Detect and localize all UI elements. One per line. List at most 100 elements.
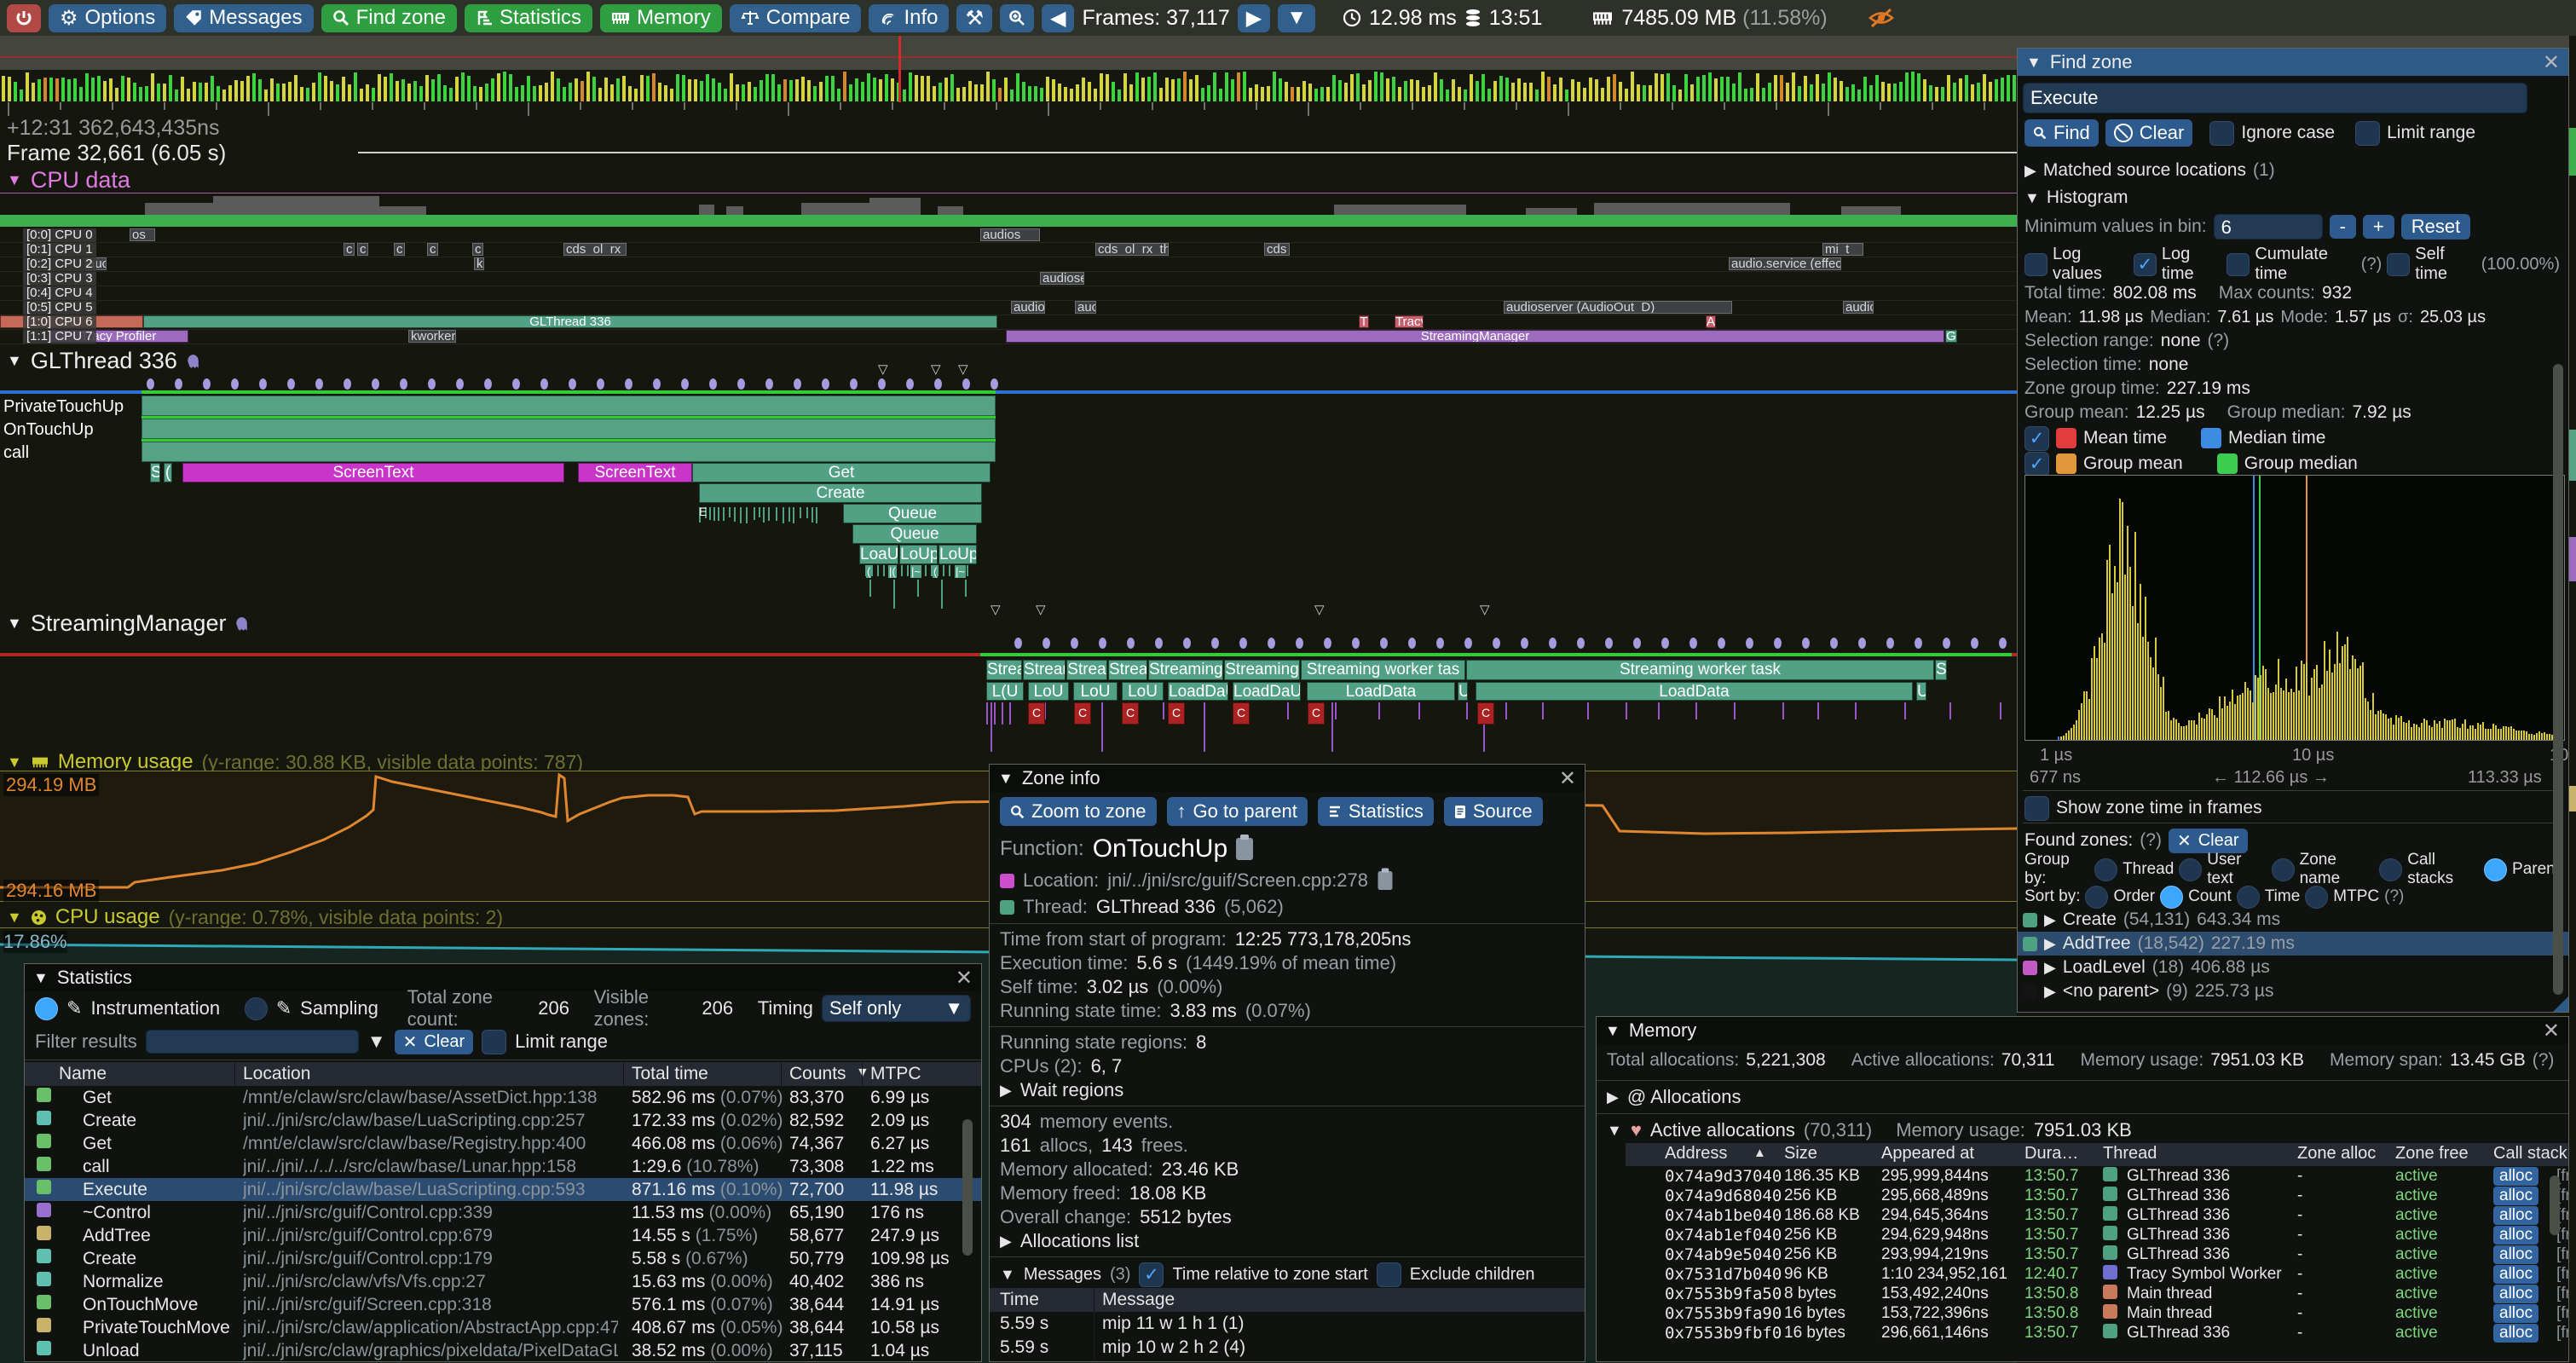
frame-bar[interactable] bbox=[771, 74, 775, 101]
histogram-bar[interactable] bbox=[2265, 669, 2267, 740]
frame-bar[interactable] bbox=[843, 72, 846, 101]
frame-bar[interactable] bbox=[246, 76, 250, 101]
histogram-bar[interactable] bbox=[2081, 703, 2082, 740]
timeline-zone[interactable]: ScreenText bbox=[578, 463, 692, 482]
histogram-bar[interactable] bbox=[2472, 725, 2474, 740]
histogram-bar[interactable] bbox=[2352, 656, 2354, 740]
frame-bar[interactable] bbox=[1505, 78, 1509, 101]
frame-bar[interactable] bbox=[1726, 77, 1730, 101]
options-button[interactable]: ⚙Options bbox=[49, 4, 166, 32]
frame-bar[interactable] bbox=[1619, 82, 1622, 101]
histogram-bar[interactable] bbox=[2198, 713, 2200, 740]
copy-clipboard-icon[interactable] bbox=[1236, 838, 1253, 860]
message-row[interactable]: 5.59 s mip 9 w 4 h 4 (16) bbox=[990, 1360, 1585, 1362]
histogram-bar[interactable] bbox=[2521, 731, 2522, 740]
frame-bar[interactable] bbox=[1195, 75, 1198, 101]
alloc-callstack-button[interactable]: alloc bbox=[2493, 1187, 2538, 1205]
source-button[interactable]: Source bbox=[1444, 797, 1543, 826]
frame-bar[interactable] bbox=[1476, 81, 1479, 101]
frame-bar[interactable] bbox=[1541, 72, 1545, 101]
frame-bar[interactable] bbox=[1840, 81, 1843, 101]
histogram-bar[interactable] bbox=[2216, 718, 2218, 740]
statistics-row[interactable]: Get /mnt/e/claw/src/claw/base/Registry.h… bbox=[25, 1132, 981, 1155]
frame-bar[interactable] bbox=[139, 87, 142, 101]
histogram-bar[interactable] bbox=[2193, 720, 2195, 740]
frame-bar[interactable] bbox=[1714, 78, 1718, 101]
frame-bar[interactable] bbox=[640, 75, 644, 101]
frame-bar[interactable] bbox=[461, 72, 465, 101]
frame-bar[interactable] bbox=[205, 83, 208, 101]
histogram-bar[interactable] bbox=[2178, 723, 2180, 740]
frame-bar[interactable] bbox=[1655, 73, 1658, 101]
frame-bar[interactable] bbox=[1780, 75, 1783, 101]
frame-bar[interactable] bbox=[169, 75, 172, 101]
frame-bar[interactable] bbox=[97, 76, 101, 101]
help-icon[interactable]: (?) bbox=[2533, 1050, 2555, 1071]
frame-bar[interactable] bbox=[1875, 75, 1879, 101]
frame-bar[interactable] bbox=[533, 86, 536, 101]
frame-bar[interactable] bbox=[1845, 87, 1849, 101]
frame-bar[interactable] bbox=[437, 74, 441, 101]
frame-bar[interactable] bbox=[1744, 89, 1747, 101]
frame-bar[interactable] bbox=[318, 72, 321, 101]
histogram-bar[interactable] bbox=[2339, 663, 2341, 740]
cpu-track[interactable]: ccccccds_ol_rx_thrcds_ol_rx_threacdsmi_t… bbox=[0, 243, 2017, 257]
frame-bar[interactable] bbox=[1285, 82, 1288, 101]
memory-scrollbar[interactable] bbox=[2550, 1175, 2560, 1235]
funnel-icon[interactable]: ▼ bbox=[367, 1031, 386, 1053]
histogram-bar[interactable] bbox=[2306, 662, 2307, 740]
help-icon[interactable]: (?) bbox=[2384, 887, 2404, 906]
frame-bar[interactable] bbox=[175, 90, 178, 101]
histogram-bar[interactable] bbox=[2518, 731, 2520, 740]
instrumentation-radio[interactable] bbox=[35, 997, 58, 1020]
frame-bar[interactable] bbox=[109, 78, 113, 101]
frame-bar[interactable] bbox=[1201, 88, 1204, 101]
frame-bar[interactable] bbox=[676, 74, 679, 101]
statistics-row[interactable]: Unload jni/../jni/src/claw/graphics/pixe… bbox=[25, 1339, 981, 1360]
close-icon[interactable]: ✕ bbox=[1559, 766, 1576, 791]
histogram-bar[interactable] bbox=[2163, 677, 2164, 740]
histogram-bar[interactable] bbox=[2242, 693, 2244, 740]
histogram-bar[interactable] bbox=[2229, 702, 2231, 740]
frame-bar[interactable] bbox=[1440, 79, 1443, 101]
frame-bar[interactable] bbox=[837, 89, 840, 101]
frame-bar[interactable] bbox=[992, 79, 996, 101]
histogram-bar[interactable] bbox=[2482, 722, 2484, 740]
reset-button[interactable]: Reset bbox=[2401, 214, 2470, 240]
frame-bar[interactable] bbox=[1171, 79, 1175, 101]
frame-bar[interactable] bbox=[1583, 88, 1586, 101]
histogram-bar[interactable] bbox=[2211, 709, 2213, 740]
histogram-bar[interactable] bbox=[2354, 659, 2356, 740]
location-value[interactable]: jni/../jni/src/guif/Screen.cpp:278 bbox=[1107, 869, 1368, 892]
frame-bar[interactable] bbox=[670, 89, 673, 101]
frame-bar[interactable] bbox=[1953, 83, 1956, 101]
sampling-radio[interactable] bbox=[245, 997, 268, 1020]
histogram-bar[interactable] bbox=[2183, 726, 2185, 740]
frame-bar[interactable] bbox=[1344, 83, 1348, 101]
frame-label[interactable]: Frame 32,661 (6.05 s) bbox=[7, 140, 226, 166]
streaming-manager-header[interactable]: ▼StreamingManager bbox=[7, 610, 249, 637]
statistics-row[interactable]: OnTouchMove jni/../jni/src/guif/Screen.c… bbox=[25, 1293, 981, 1316]
frame-bar[interactable] bbox=[956, 88, 960, 101]
histogram-bar[interactable] bbox=[2099, 638, 2100, 740]
frame-bar[interactable] bbox=[1684, 74, 1688, 101]
histogram-bar[interactable] bbox=[2129, 567, 2131, 740]
cpu-zone[interactable]: G bbox=[1945, 330, 1957, 343]
frame-bar[interactable] bbox=[1989, 82, 1992, 101]
frame-bar[interactable] bbox=[586, 72, 590, 101]
histogram-bar[interactable] bbox=[2406, 723, 2407, 740]
frame-bar[interactable] bbox=[760, 80, 763, 101]
histogram-bar[interactable] bbox=[2155, 638, 2157, 740]
message-marker-icon[interactable]: ▽ bbox=[991, 602, 1001, 617]
frame-bar[interactable] bbox=[1165, 78, 1169, 101]
histogram-bar[interactable] bbox=[2357, 668, 2359, 741]
histogram-bar[interactable] bbox=[2398, 718, 2400, 740]
histogram-bar[interactable] bbox=[2096, 658, 2098, 740]
frame-bar[interactable] bbox=[1028, 86, 1031, 101]
frame-bar[interactable] bbox=[1189, 79, 1193, 101]
histogram-bar[interactable] bbox=[2132, 606, 2134, 740]
frame-bar[interactable] bbox=[127, 78, 130, 101]
frame-bar[interactable] bbox=[73, 78, 77, 101]
frame-bar[interactable] bbox=[1798, 86, 1801, 101]
histogram-bar[interactable] bbox=[2145, 597, 2146, 740]
